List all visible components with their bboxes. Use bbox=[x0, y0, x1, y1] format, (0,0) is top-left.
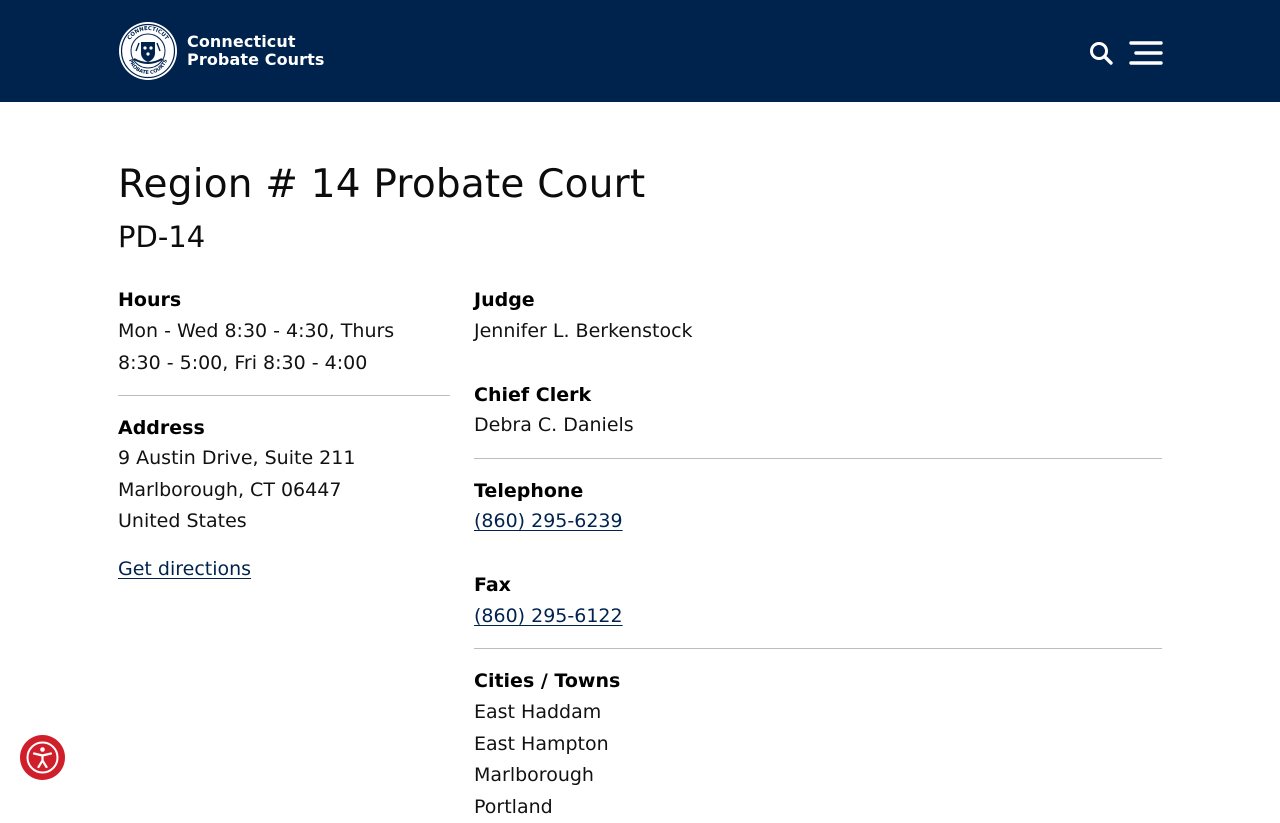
fax-label: Fax bbox=[474, 573, 511, 597]
telephone-label: Telephone bbox=[474, 479, 583, 503]
hours-value: Mon - Wed 8:30 - 4:30, Thurs 8:30 - 5:00… bbox=[118, 316, 394, 379]
address-line: 9 Austin Drive, Suite 211 bbox=[118, 443, 355, 475]
town-item: Marlborough bbox=[474, 760, 609, 792]
brand-name: Connecticut Probate Courts bbox=[187, 33, 325, 69]
telephone-link[interactable]: (860) 295-6239 bbox=[474, 509, 623, 533]
chief-clerk-label: Chief Clerk bbox=[474, 383, 591, 407]
page-title: Region # 14 Probate Court bbox=[118, 162, 645, 207]
court-seal-logo: CONNECTICUT PROBATE COURTS bbox=[118, 21, 178, 81]
site-header: CONNECTICUT PROBATE COURTS Connecticut P… bbox=[0, 0, 1280, 102]
judge-name: Jennifer L. Berkenstock bbox=[474, 316, 693, 348]
address-line: United States bbox=[118, 506, 355, 538]
home-logo-link[interactable]: CONNECTICUT PROBATE COURTS Connecticut P… bbox=[118, 21, 325, 81]
brand-line-1: Connecticut bbox=[187, 33, 325, 51]
accessibility-icon bbox=[20, 735, 65, 780]
hours-line: 8:30 - 5:00, Fri 8:30 - 4:00 bbox=[118, 348, 394, 380]
court-code: PD-14 bbox=[118, 220, 205, 254]
divider bbox=[474, 458, 1162, 459]
address-label: Address bbox=[118, 416, 205, 440]
search-button[interactable] bbox=[1088, 38, 1116, 68]
divider bbox=[118, 395, 450, 396]
search-icon bbox=[1088, 38, 1116, 68]
chief-clerk-name: Debra C. Daniels bbox=[474, 410, 634, 442]
hours-line: Mon - Wed 8:30 - 4:30, Thurs bbox=[118, 316, 394, 348]
town-item: East Haddam bbox=[474, 697, 609, 729]
divider bbox=[474, 648, 1162, 649]
address-line: Marlborough, CT 06447 bbox=[118, 475, 355, 507]
town-item: Portland bbox=[474, 792, 609, 823]
menu-button[interactable] bbox=[1128, 38, 1164, 68]
address-value: 9 Austin Drive, Suite 211 Marlborough, C… bbox=[118, 443, 355, 538]
cities-towns-list: East Haddam East Hampton Marlborough Por… bbox=[474, 697, 609, 823]
town-item: East Hampton bbox=[474, 729, 609, 761]
cities-towns-label: Cities / Towns bbox=[474, 669, 620, 693]
brand-line-2: Probate Courts bbox=[187, 51, 325, 69]
fax-link[interactable]: (860) 295-6122 bbox=[474, 604, 623, 628]
accessibility-button[interactable] bbox=[20, 735, 65, 780]
hours-label: Hours bbox=[118, 288, 181, 312]
get-directions-link[interactable]: Get directions bbox=[118, 557, 251, 581]
judge-label: Judge bbox=[474, 288, 535, 312]
hamburger-menu-icon bbox=[1128, 38, 1164, 68]
